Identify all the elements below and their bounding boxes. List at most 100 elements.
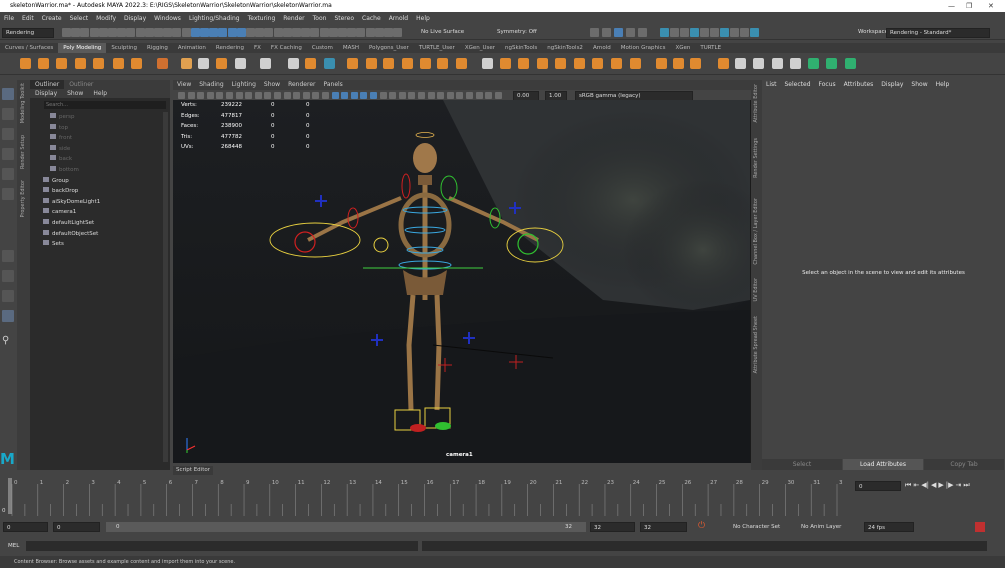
viewport-tool-icon[interactable]	[389, 92, 397, 99]
menu-lighting-shading[interactable]: Lighting/Shading	[189, 15, 240, 22]
shelf-tab-fx-caching[interactable]: FX Caching	[266, 43, 307, 53]
menu-render[interactable]: Render	[283, 15, 304, 22]
viewport-tool-icon[interactable]	[264, 92, 272, 99]
status-tool-icon[interactable]	[614, 28, 623, 37]
shelf-tab-xgen-user[interactable]: XGen_User	[460, 43, 500, 53]
menu-arnold[interactable]: Arnold	[389, 15, 408, 22]
status-tool-icon[interactable]	[200, 28, 209, 37]
render-settings-tab[interactable]: Render Settings	[753, 138, 759, 178]
status-tool-icon[interactable]	[273, 28, 283, 37]
go-to-end-icon[interactable]: ⏭	[963, 481, 969, 491]
shelf-tool-icon[interactable]	[420, 58, 431, 69]
outliner-item[interactable]: bottom	[50, 166, 79, 175]
status-tool-icon[interactable]	[590, 28, 599, 37]
viewport-tool-icon[interactable]	[293, 92, 301, 99]
shelf-tab-polygons-user[interactable]: Polygons_User	[364, 43, 414, 53]
shelf-tool-icon[interactable]	[690, 58, 701, 69]
anim-end-field[interactable]: 32	[590, 522, 635, 532]
viewport-tool-icon[interactable]	[341, 92, 349, 99]
viewport-tool-icon[interactable]	[197, 92, 205, 99]
attr-menu-focus[interactable]: Focus	[815, 80, 840, 90]
viewport-tool-icon[interactable]	[322, 92, 329, 99]
render-tool-icon[interactable]	[680, 28, 689, 37]
step-forward-key-icon[interactable]: ⇥	[955, 481, 961, 491]
shelf-tool-icon[interactable]	[772, 58, 783, 69]
shelf-tool-icon[interactable]	[574, 58, 585, 69]
shelf-tool-icon[interactable]	[555, 58, 566, 69]
shelf-tool-icon[interactable]	[366, 58, 377, 69]
shelf-tab-sculpting[interactable]: Sculpting	[106, 43, 142, 53]
live-surface-label[interactable]: No Live Surface	[418, 28, 468, 38]
menu-edit[interactable]: Edit	[22, 15, 34, 22]
status-tool-icon[interactable]	[181, 28, 191, 37]
menu-file[interactable]: File	[4, 15, 14, 22]
viewport-tool-icon[interactable]	[302, 92, 310, 99]
status-tool-icon[interactable]	[310, 28, 320, 37]
status-tool-icon[interactable]	[264, 28, 274, 37]
outliner-item[interactable]: side	[50, 144, 70, 154]
shelf-tool-icon[interactable]	[305, 58, 316, 69]
shelf-tool-icon[interactable]	[656, 58, 667, 69]
shelf-tool-icon[interactable]	[75, 58, 86, 69]
status-tool-icon[interactable]	[347, 28, 357, 37]
viewport-menu-shading[interactable]: Shading	[199, 80, 223, 90]
attr-menu-display[interactable]: Display	[877, 80, 907, 90]
status-tool-icon[interactable]	[393, 28, 403, 37]
right-foot-roll[interactable]	[435, 422, 451, 430]
shelf-tab-turtle[interactable]: TURTLE	[695, 43, 726, 53]
shelf-tool-icon[interactable]	[437, 58, 448, 69]
attr-menu-help[interactable]: Help	[932, 80, 954, 90]
shelf-tool-icon[interactable]	[456, 58, 467, 69]
outliner-item[interactable]: front	[50, 134, 72, 143]
status-tool-icon[interactable]	[255, 28, 265, 37]
outliner-tab[interactable]: Outliner	[30, 80, 65, 89]
outliner-item[interactable]: Sets	[43, 240, 64, 249]
end-frame-field[interactable]: 32	[640, 522, 687, 532]
menu-stereo[interactable]: Stereo	[334, 15, 354, 22]
attr-menu-show[interactable]: Show	[907, 80, 931, 90]
menuset-dropdown[interactable]: Rendering	[2, 28, 54, 38]
shelf-tool-icon[interactable]	[790, 58, 801, 69]
shelf-tool-icon[interactable]	[131, 58, 142, 69]
status-tool-icon[interactable]	[80, 28, 90, 37]
outliner-item[interactable]: persp	[50, 113, 75, 122]
current-frame-field[interactable]: 0	[855, 481, 901, 491]
shelf-tool-icon[interactable]	[753, 58, 764, 69]
command-input[interactable]	[26, 541, 418, 551]
status-tool-icon[interactable]	[117, 28, 127, 37]
viewport-tool-icon[interactable]	[475, 92, 483, 99]
shelf-tool-icon[interactable]	[288, 58, 299, 69]
menu-select[interactable]: Select	[70, 15, 89, 22]
channel-box-tab[interactable]: Channel Box / Layer Editor	[753, 198, 759, 265]
shelf-tool-icon[interactable]	[383, 58, 394, 69]
status-tool-icon[interactable]	[89, 28, 99, 37]
status-tool-icon[interactable]	[163, 28, 173, 37]
shelf-tab-custom[interactable]: Custom	[307, 43, 338, 53]
shelf-tool-icon[interactable]	[630, 58, 641, 69]
lasso-tool-icon[interactable]	[2, 108, 14, 120]
shelf-tab-ngskintools[interactable]: ngSkinTools	[500, 43, 542, 53]
script-editor-button[interactable]: Script Editor	[173, 466, 213, 475]
render-tool-icon[interactable]	[740, 28, 749, 37]
viewport-tool-icon[interactable]	[245, 92, 253, 99]
viewport-tool-icon[interactable]	[398, 92, 406, 99]
status-tool-icon[interactable]	[319, 28, 329, 37]
outliner-item[interactable]: defaultLightSet	[43, 219, 94, 228]
status-tool-icon[interactable]	[108, 28, 117, 37]
shelf-tool-icon[interactable]	[56, 58, 67, 69]
attr-menu-selected[interactable]: Selected	[781, 80, 815, 90]
character-set-dropdown[interactable]: No Character Set	[733, 522, 780, 532]
maximize-button[interactable]: ❐	[966, 0, 972, 12]
shelf-tab-animation[interactable]: Animation	[173, 43, 211, 53]
status-tool-icon[interactable]	[227, 28, 237, 37]
shelf-tab-curves-surfaces[interactable]: Curves / Surfaces	[0, 43, 58, 53]
viewport-tool-icon[interactable]	[437, 92, 445, 99]
viewport-tool-icon[interactable]	[350, 92, 358, 99]
step-back-key-icon[interactable]: ⇤	[913, 481, 919, 491]
shelf-tool-icon[interactable]	[216, 58, 227, 69]
fps-dropdown[interactable]: 24 fps	[864, 522, 914, 532]
shelf-tool-icon[interactable]	[157, 58, 168, 69]
outliner-item[interactable]: aiSkyDomeLight1	[43, 197, 100, 207]
viewport-tool-icon[interactable]	[178, 92, 185, 99]
shelf-tab-fx[interactable]: FX	[249, 43, 266, 53]
